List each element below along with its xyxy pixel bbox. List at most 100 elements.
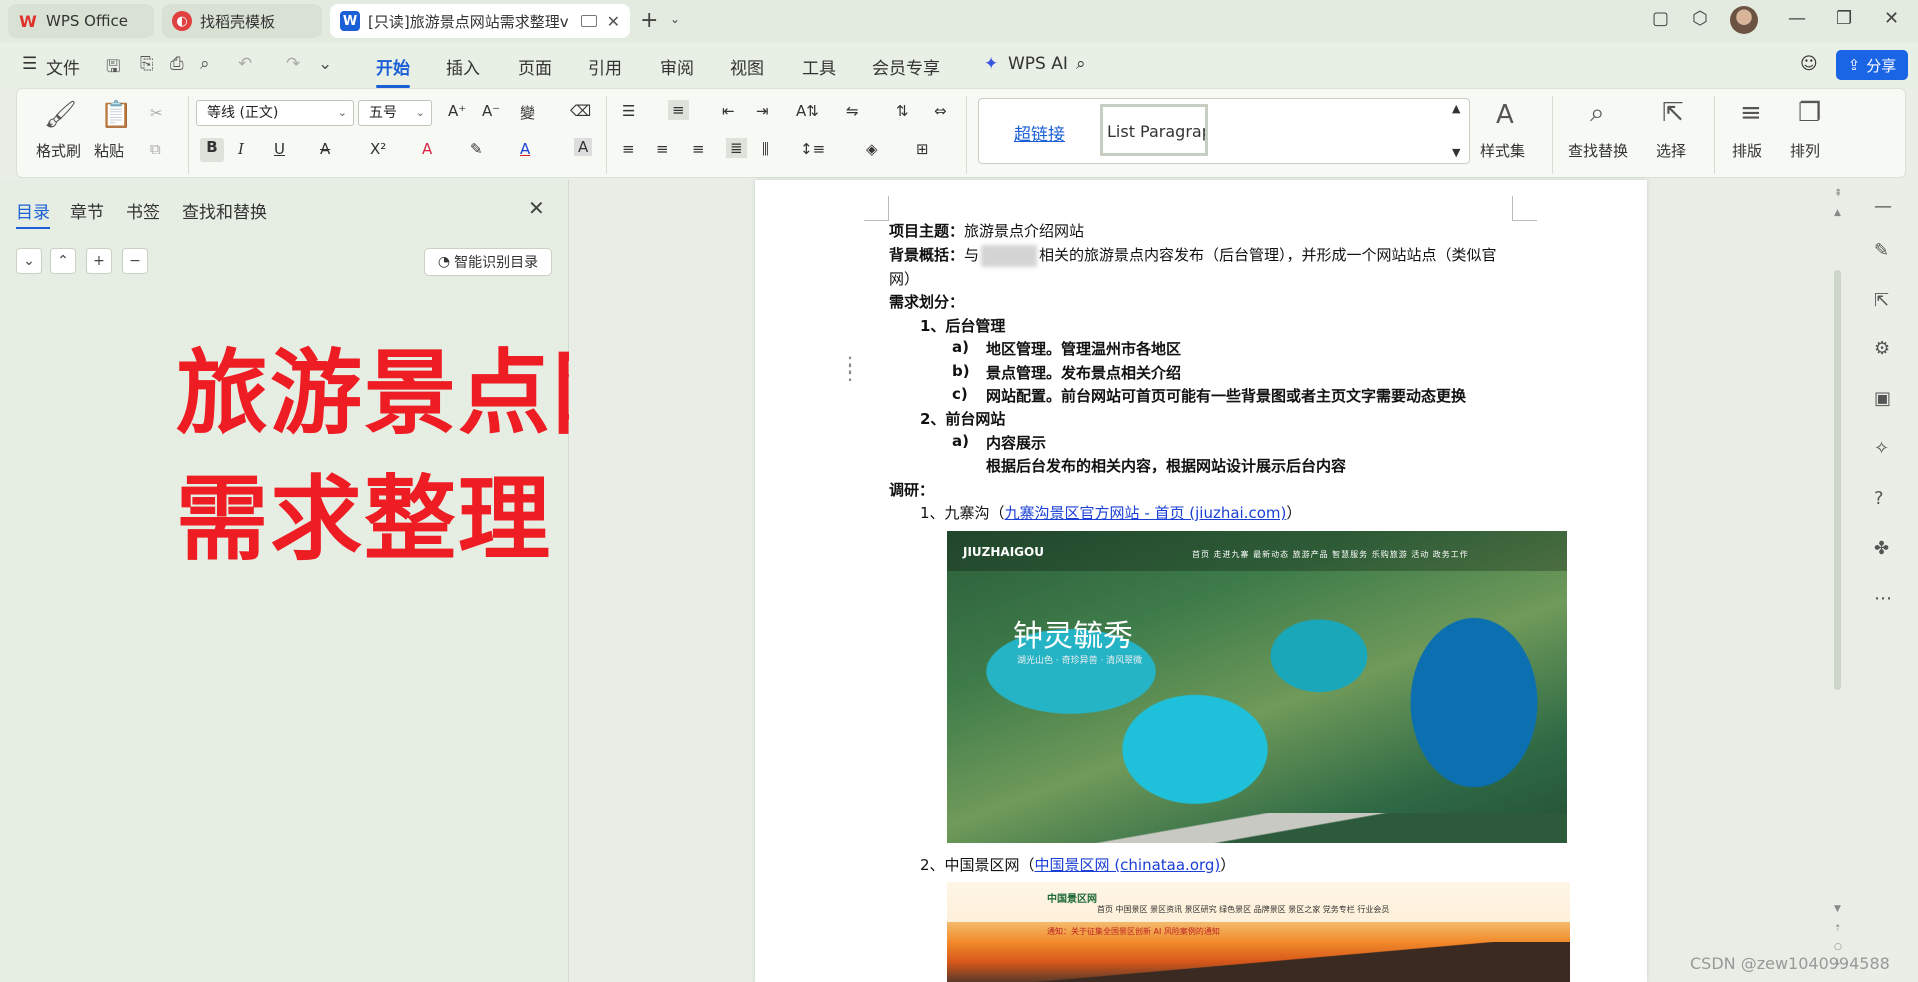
style-hyperlink[interactable]: 超链接	[1014, 120, 1065, 145]
menu-view[interactable]: 视图	[730, 54, 764, 79]
border-icon[interactable]: ⊞	[916, 140, 929, 158]
copy-icon[interactable]: ⧉	[150, 140, 161, 158]
chat-icon[interactable]: ☺	[1800, 54, 1818, 74]
grow-font-icon[interactable]: A⁺	[448, 102, 466, 120]
redo-icon[interactable]: ↷	[286, 54, 300, 74]
char-shading-button[interactable]: A	[574, 138, 593, 156]
cube-icon[interactable]: ⬡	[1692, 8, 1708, 29]
tab-list-dropdown-icon[interactable]: ⌄	[670, 12, 680, 26]
clear-format-icon[interactable]: ⌫	[570, 102, 591, 120]
font-color-button[interactable]: A	[520, 140, 530, 158]
menu-wps-ai[interactable]: WPS AI	[1008, 54, 1068, 74]
tab-toc[interactable]: 目录	[16, 198, 50, 229]
scroll-top-icon[interactable]: ⇞	[1834, 188, 1842, 199]
underline-button[interactable]: U	[274, 140, 285, 158]
convert-icon[interactable]: ⇋	[846, 102, 859, 120]
add-icon[interactable]: +	[86, 248, 112, 274]
style-scroll-up-icon[interactable]: ▲	[1452, 102, 1460, 115]
text-effect-button[interactable]: A	[422, 140, 432, 158]
tab-document[interactable]: W [只读]旅游景点网站需求整理v ✕	[330, 4, 630, 38]
smart-toc-button[interactable]: ◔ 智能识别目录	[424, 248, 552, 276]
prev-page-icon[interactable]: ⇡	[1834, 924, 1842, 934]
tab-find-replace[interactable]: 查找和替换	[182, 198, 267, 223]
help-icon[interactable]: ?	[1874, 488, 1884, 509]
more-icon[interactable]: ⋯	[1874, 588, 1892, 609]
tab-bookmarks[interactable]: 书签	[126, 198, 160, 223]
style-set-icon[interactable]: A	[1496, 100, 1514, 130]
numbered-list-icon[interactable]: ≡	[668, 100, 689, 120]
text-direction-icon[interactable]: A⇅	[796, 102, 819, 120]
strikethrough-button[interactable]: A	[320, 140, 330, 158]
menu-home[interactable]: 开始	[376, 54, 410, 88]
select-browse-icon[interactable]: ○	[1834, 942, 1842, 952]
search-icon[interactable]: ⌕	[1076, 54, 1086, 74]
menu-references[interactable]: 引用	[588, 54, 622, 79]
close-tab-icon[interactable]: ✕	[607, 12, 620, 31]
menu-insert[interactable]: 插入	[446, 54, 480, 79]
sort-icon[interactable]: ⇅	[896, 102, 909, 120]
bold-button[interactable]: B	[200, 138, 224, 162]
collapse-sidebar-icon[interactable]: —	[1874, 196, 1892, 217]
menu-review[interactable]: 审阅	[660, 54, 694, 79]
hamburger-icon[interactable]: ☰	[22, 54, 37, 74]
save-icon[interactable]: 🖫	[106, 54, 120, 83]
font-name-select[interactable]: 等线 (正文) ⌄	[196, 100, 354, 126]
paste-icon[interactable]: 📋	[100, 100, 132, 130]
distribute-icon[interactable]: ⫼	[762, 140, 769, 158]
menu-tools[interactable]: 工具	[802, 54, 836, 79]
find-replace-button[interactable]: 查找替换	[1568, 140, 1628, 161]
puzzle-icon[interactable]: ✤	[1874, 538, 1889, 559]
collapse-down-icon[interactable]: ⌄	[16, 248, 42, 274]
find-replace-icon[interactable]: ⌕	[1590, 98, 1605, 129]
paragraph-shading-icon[interactable]: ◈	[866, 140, 878, 158]
bullet-list-icon[interactable]: ☰	[622, 102, 635, 120]
align-left-icon[interactable]: ≡	[622, 140, 635, 158]
menu-page[interactable]: 页面	[518, 54, 552, 79]
magic-wand-icon[interactable]: ✧	[1874, 438, 1889, 459]
edit-pen-icon[interactable]: ✎	[1874, 240, 1889, 261]
menu-file[interactable]: 文件	[46, 54, 80, 79]
close-window-icon[interactable]: ✕	[1884, 8, 1899, 29]
new-tab-button[interactable]: +	[640, 8, 658, 33]
undo-icon[interactable]: ↶	[238, 54, 252, 74]
restore-icon[interactable]: ❐	[1836, 8, 1852, 29]
format-painter-button[interactable]: 格式刷	[36, 140, 81, 161]
increase-indent-icon[interactable]: ⇥	[756, 102, 769, 120]
menu-member[interactable]: 会员专享	[872, 54, 940, 79]
style-set-button[interactable]: 样式集	[1480, 140, 1525, 161]
tab-wps-office[interactable]: W WPS Office	[8, 4, 154, 38]
style-list-paragraph[interactable]: List Paragraph	[1100, 104, 1208, 156]
tab-docer-templates[interactable]: ◐ 找稻壳模板	[162, 4, 322, 38]
image-tool-icon[interactable]: ▣	[1874, 388, 1891, 409]
print-preview-icon[interactable]: ⌕	[200, 54, 210, 74]
layout-button[interactable]: 排版	[1732, 140, 1762, 161]
italic-button[interactable]: I	[238, 140, 244, 158]
pointer-icon[interactable]: ⇱	[1874, 290, 1889, 311]
tablet-mode-icon[interactable]: ▢	[1652, 8, 1669, 29]
style-expand-icon[interactable]: ▼	[1452, 146, 1460, 159]
scroll-down-icon[interactable]: ▼	[1834, 904, 1841, 914]
remove-icon[interactable]: −	[122, 248, 148, 274]
avatar[interactable]	[1730, 6, 1758, 34]
align-center-icon[interactable]: ≡	[656, 140, 669, 158]
arrange-button[interactable]: 排列	[1790, 140, 1820, 161]
cut-icon[interactable]: ✂	[150, 104, 163, 122]
print-icon[interactable]: ⎙	[170, 54, 184, 74]
phonetic-guide-icon[interactable]: 變	[520, 102, 535, 123]
shrink-font-icon[interactable]: A⁻	[482, 102, 500, 120]
superscript-button[interactable]: X²	[370, 140, 386, 158]
collapse-up-icon[interactable]: ⌃	[50, 248, 76, 274]
arrange-icon[interactable]: ❐	[1798, 98, 1821, 128]
vertical-scrollbar[interactable]	[1834, 270, 1841, 690]
settings-sliders-icon[interactable]: ⚙	[1874, 338, 1890, 359]
tab-sections[interactable]: 章节	[70, 198, 104, 223]
format-painter-icon[interactable]: 🖌	[44, 100, 77, 130]
screenshot-jiuzhaigou[interactable]: JIUZHAIGOU 首页 走进九寨 最新动态 旅游产品 智慧服务 乐购旅游 活…	[947, 531, 1567, 843]
align-right-icon[interactable]: ≡	[692, 140, 705, 158]
more-quick-access-icon[interactable]: ⌄	[318, 54, 332, 74]
screenshot-chinataa[interactable]: 中国景区网 首页 中国景区 景区资讯 景区研究 绿色景区 品牌景区 景区之家 党…	[947, 882, 1570, 982]
export-icon[interactable]: ⎘	[140, 54, 154, 74]
paste-button[interactable]: 粘贴	[94, 140, 124, 161]
drag-handle-icon[interactable]: ⋮ ⋮	[840, 354, 860, 382]
justify-icon[interactable]: ≣	[726, 138, 747, 158]
